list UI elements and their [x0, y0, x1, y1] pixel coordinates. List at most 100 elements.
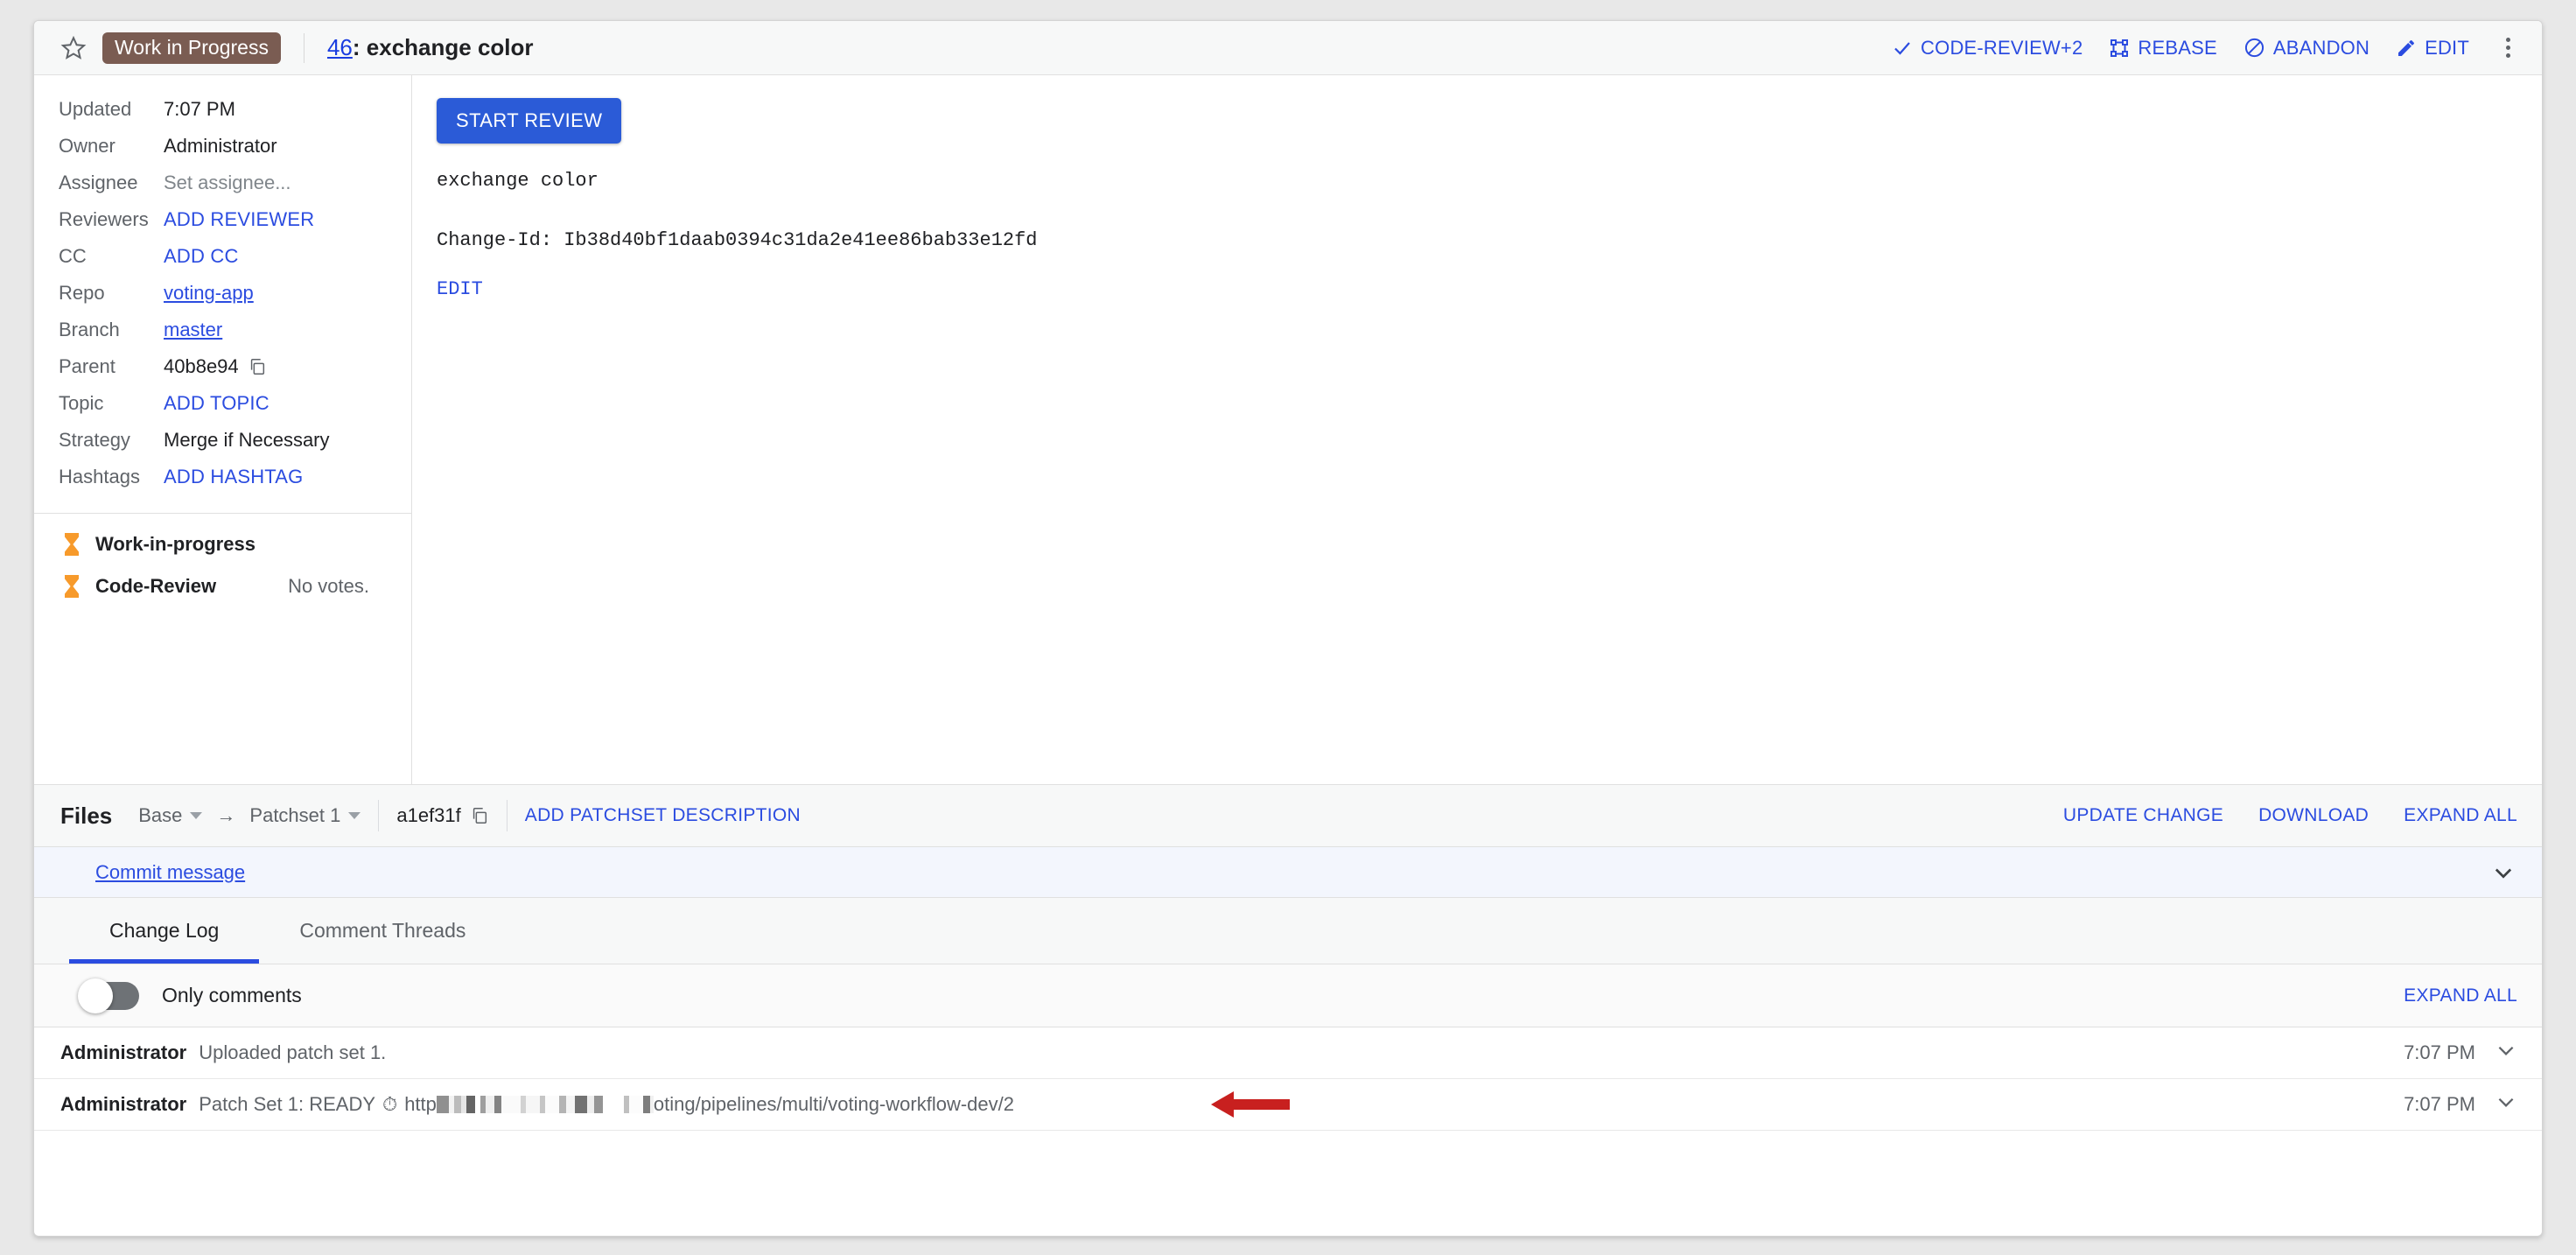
metadata-key: Reviewers: [59, 208, 149, 230]
metadata-key: Owner: [59, 135, 116, 157]
hourglass-icon: [60, 575, 83, 598]
toolbar-divider: [378, 800, 380, 831]
only-comments-label: Only comments: [162, 984, 302, 1006]
label-row-code-review: Code-Review No votes.: [60, 575, 392, 598]
log-entry-url[interactable]: http oting/pipelines/multi/voting-workflo…: [404, 1093, 1014, 1116]
repo-link[interactable]: voting-app: [164, 282, 254, 305]
toolbar-divider: [506, 800, 508, 831]
base-patchset-dropdown[interactable]: Base: [138, 804, 203, 827]
label-row-work-in-progress: Work-in-progress: [60, 533, 392, 556]
add-hashtag-button[interactable]: ADD HASHTAG: [164, 466, 303, 488]
metadata-key: Branch: [59, 319, 120, 340]
change-header-left: Work in Progress 46: exchange color: [59, 32, 1892, 64]
metadata-value-updated: 7:07 PM: [164, 98, 235, 120]
metadata-value-parent: 40b8e94: [164, 355, 267, 378]
log-entry-author: Administrator: [60, 1041, 187, 1063]
label-name: Work-in-progress: [95, 533, 256, 555]
abandon-label: ABANDON: [2272, 36, 2370, 59]
metadata-row-strategy: Strategy Merge if Necessary: [59, 429, 392, 452]
chevron-down-icon: [190, 812, 203, 819]
log-controls-row: Only comments EXPAND ALL: [34, 964, 2542, 1027]
metadata-key: Repo: [59, 282, 105, 304]
file-name-link[interactable]: Commit message: [95, 861, 245, 884]
only-comments-toggle[interactable]: [78, 978, 139, 1013]
files-toolbar-right: UPDATE CHANGE DOWNLOAD EXPAND ALL: [2063, 805, 2517, 826]
download-button[interactable]: DOWNLOAD: [2258, 805, 2369, 826]
url-prefix: http: [404, 1093, 437, 1115]
log-entry-row[interactable]: Administrator Patch Set 1: READY ⏱ http o…: [34, 1079, 2542, 1131]
rebase-button[interactable]: REBASE: [2109, 37, 2217, 60]
hourglass-icon: [60, 533, 83, 556]
metadata-row-reviewers: Reviewers ADD REVIEWER: [59, 208, 392, 231]
set-assignee-button[interactable]: Set assignee...: [164, 172, 291, 194]
code-review-plus-2-button[interactable]: CODE-REVIEW+2: [1892, 37, 2082, 60]
log-entry-text: Uploaded patch set 1.: [199, 1041, 387, 1063]
kebab-menu-icon[interactable]: [2496, 32, 2521, 63]
add-patchset-description-button[interactable]: ADD PATCHSET DESCRIPTION: [525, 805, 801, 826]
copy-icon[interactable]: [470, 806, 489, 825]
copy-icon[interactable]: [248, 357, 267, 376]
metadata-value-owner: Administrator: [164, 135, 277, 157]
metadata-key: Hashtags: [59, 466, 140, 487]
add-cc-button[interactable]: ADD CC: [164, 245, 239, 268]
change-header-actions: CODE-REVIEW+2 REBASE ABANDON EDIT: [1892, 32, 2521, 63]
arrow-right-icon: →: [216, 804, 236, 826]
labels-section: Work-in-progress Code-Review No votes.: [34, 514, 411, 617]
edit-label: EDIT: [2425, 36, 2469, 59]
start-review-button[interactable]: START REVIEW: [437, 98, 622, 144]
toggle-knob: [78, 978, 113, 1013]
change-metadata-panel: Updated 7:07 PM Owner Administrator Assi…: [34, 75, 412, 784]
branch-link[interactable]: master: [164, 319, 222, 341]
redacted-url-segment: [436, 1096, 654, 1113]
check-icon: [1892, 38, 1913, 59]
tab-comment-threads[interactable]: Comment Threads: [259, 898, 506, 964]
star-outline-icon[interactable]: [59, 33, 88, 63]
log-entry-row[interactable]: Administrator Uploaded patch set 1. 7:07…: [34, 1027, 2542, 1079]
change-number-link[interactable]: 46: [327, 34, 353, 60]
commit-message-text: exchange color Change-Id: Ib38d40bf1daab…: [437, 170, 1038, 252]
chevron-down-icon[interactable]: [2491, 860, 2516, 885]
update-change-button[interactable]: UPDATE CHANGE: [2063, 805, 2223, 826]
log-entry-status-text: Patch Set 1: READY: [199, 1093, 376, 1115]
message-tabs: Change Log Comment Threads: [34, 898, 2542, 964]
chevron-down-icon[interactable]: [2495, 1039, 2517, 1067]
screen: Work in Progress 46: exchange color CODE…: [0, 0, 2576, 1255]
metadata-row-repo: Repo voting-app: [59, 282, 392, 305]
metadata-key: Updated: [59, 98, 132, 120]
tab-change-log[interactable]: Change Log: [69, 898, 260, 964]
label-name: Code-Review: [95, 575, 217, 597]
change-header: Work in Progress 46: exchange color CODE…: [34, 21, 2542, 75]
patchset-sha: a1ef31f: [396, 804, 488, 827]
block-icon: [2244, 37, 2265, 59]
metadata-value-strategy: Merge if Necessary: [164, 429, 330, 451]
metadata-key: Strategy: [59, 429, 130, 451]
log-entry-timestamp: 7:07 PM: [2404, 1041, 2475, 1063]
edit-button[interactable]: EDIT: [2396, 37, 2469, 60]
files-heading: Files: [60, 802, 113, 829]
change-body: Updated 7:07 PM Owner Administrator Assi…: [34, 75, 2542, 784]
page-title: 46: exchange color: [327, 34, 534, 61]
expand-all-messages-button[interactable]: EXPAND ALL: [2404, 985, 2517, 1006]
log-entry-timestamp: 7:07 PM: [2404, 1093, 2475, 1115]
metadata-key: CC: [59, 245, 87, 267]
add-topic-button[interactable]: ADD TOPIC: [164, 392, 270, 415]
abandon-button[interactable]: ABANDON: [2244, 37, 2370, 60]
code-review-label: CODE-REVIEW+2: [1921, 36, 2083, 59]
metadata-row-updated: Updated 7:07 PM: [59, 98, 392, 121]
url-suffix: oting/pipelines/multi/voting-workflow-de…: [653, 1093, 1014, 1115]
base-label: Base: [138, 804, 183, 826]
expand-all-files-button[interactable]: EXPAND ALL: [2404, 805, 2517, 826]
chevron-down-icon[interactable]: [2495, 1090, 2517, 1118]
target-patchset-dropdown[interactable]: Patchset 1: [249, 804, 361, 827]
work-in-progress-badge: Work in Progress: [102, 32, 281, 64]
metadata-table: Updated 7:07 PM Owner Administrator Assi…: [34, 98, 411, 502]
file-row-commit-message[interactable]: Commit message: [34, 847, 2542, 898]
commit-message-edit-button[interactable]: EDIT: [437, 278, 2516, 300]
label-value: No votes.: [288, 575, 369, 597]
pencil-icon: [2396, 38, 2417, 59]
metadata-row-topic: Topic ADD TOPIC: [59, 392, 392, 415]
add-reviewer-button[interactable]: ADD REVIEWER: [164, 208, 314, 231]
log-entry-text: Patch Set 1: READY ⏱ http oting/pipelines…: [199, 1093, 1014, 1116]
metadata-key: Parent: [59, 355, 116, 377]
metadata-row-assignee: Assignee Set assignee...: [59, 172, 392, 194]
